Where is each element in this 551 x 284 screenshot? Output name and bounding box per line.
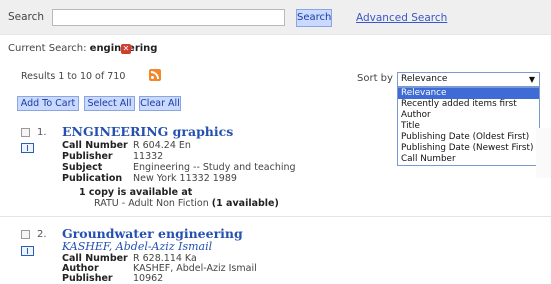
record-number: 2.: [37, 229, 47, 240]
search-label: Search: [8, 11, 45, 23]
sort-selected-value: Relevance: [401, 74, 448, 84]
advanced-search-link[interactable]: Advanced Search: [356, 12, 447, 24]
sort-option-call-number[interactable]: Call Number: [398, 154, 539, 165]
sort-option-title[interactable]: Title: [398, 121, 539, 132]
field-value: New York 11332 1989: [133, 173, 237, 184]
record-title[interactable]: ENGINEERING graphics: [62, 124, 233, 139]
sort-option-oldest-first[interactable]: Publishing Date (Oldest First): [398, 132, 539, 143]
record-checkbox[interactable]: [21, 230, 30, 239]
location-count: (1 available): [211, 198, 279, 209]
sort-option-recently-added[interactable]: Recently added items first: [398, 99, 539, 110]
field-value: Engineering -- Study and teaching: [133, 162, 296, 173]
sort-by-label: Sort by: [357, 73, 393, 84]
remove-search-term-icon[interactable]: ✕: [121, 44, 131, 54]
select-all-button[interactable]: Select All: [84, 96, 135, 111]
field-label: Publisher: [62, 151, 113, 162]
book-icon: [21, 246, 34, 256]
book-icon: [21, 143, 34, 153]
chevron-down-icon: ▼: [528, 75, 535, 84]
sort-option-relevance[interactable]: Relevance: [398, 88, 539, 99]
availability-text: 1 copy is available at: [79, 187, 193, 198]
clear-all-button[interactable]: Clear All: [139, 96, 181, 111]
search-button[interactable]: Search: [296, 9, 332, 27]
location-name: RATU - Adult Non Fiction: [94, 198, 209, 209]
add-to-cart-button[interactable]: Add To Cart: [17, 96, 79, 111]
availability-location: RATU - Adult Non Fiction (1 available): [94, 198, 279, 209]
sort-dropdown-list: Relevance Recently added items first Aut…: [397, 87, 540, 166]
cover-thumbnail: [536, 128, 551, 178]
field-value: 10962: [133, 273, 164, 284]
field-label: Subject: [62, 162, 103, 173]
field-label: Call Number: [62, 140, 128, 151]
current-search: Current Search: engineering: [8, 43, 157, 54]
field-label: Publication: [62, 173, 123, 184]
divider: [0, 34, 551, 35]
sort-select[interactable]: Relevance ▼: [397, 72, 540, 87]
record-title[interactable]: Groundwater engineering: [62, 226, 243, 241]
current-search-label: Current Search:: [8, 43, 87, 54]
record-checkbox[interactable]: [21, 128, 30, 137]
field-value: R 604.24 En: [133, 140, 191, 151]
record-number: 1.: [37, 127, 47, 138]
record-divider: [0, 216, 551, 217]
rss-feed-icon[interactable]: [149, 69, 161, 81]
field-label: Publisher: [62, 273, 113, 284]
record-author[interactable]: KASHEF, Abdel-Aziz Ismail: [62, 240, 212, 253]
search-input[interactable]: [52, 9, 285, 26]
results-summary: Results 1 to 10 of 710: [21, 71, 126, 82]
sort-option-author[interactable]: Author: [398, 110, 539, 121]
sort-option-newest-first[interactable]: Publishing Date (Newest First): [398, 143, 539, 154]
field-value: 11332: [133, 151, 164, 162]
